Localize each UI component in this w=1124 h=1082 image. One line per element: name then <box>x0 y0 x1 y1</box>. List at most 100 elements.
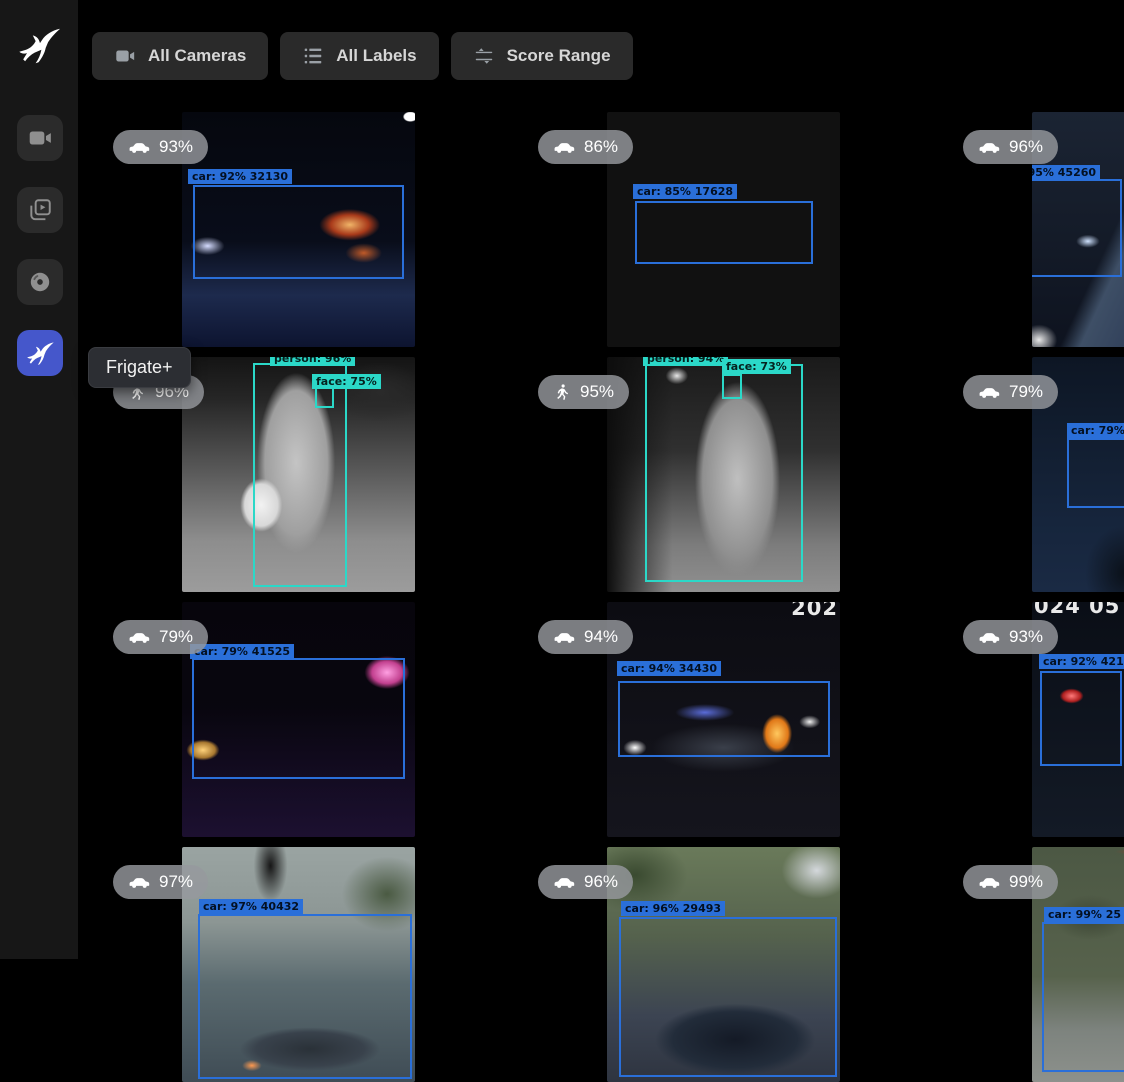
all-labels-label: All Labels <box>336 46 416 66</box>
car-icon <box>128 874 150 890</box>
score-badge-value: 97% <box>159 872 193 892</box>
snapshot-cell: 95% person: 94% face: 73% <box>521 357 926 592</box>
frigate-logo <box>16 22 62 68</box>
detection-label: car: 95% 45260 <box>1032 165 1100 180</box>
snapshot-cell: 96% car: 96% 29493 <box>521 847 926 1082</box>
score-badge: 93% <box>963 620 1058 654</box>
all-cameras-label: All Cameras <box>148 46 246 66</box>
snapshot-thumbnail[interactable]: 202 car: 94% 34430 <box>607 602 840 837</box>
all-labels-button[interactable]: All Labels <box>280 32 438 80</box>
sliders-icon <box>473 45 495 67</box>
car-icon <box>978 629 1000 645</box>
car-icon <box>978 874 1000 890</box>
sidebar-item-review[interactable] <box>17 187 63 233</box>
car-icon <box>553 629 575 645</box>
snapshot-thumbnail[interactable]: car: 96% 29493 <box>607 847 840 1082</box>
snapshot-cell: 79% car: 79% <box>946 357 1124 592</box>
score-badge: 95% <box>538 375 629 409</box>
all-cameras-button[interactable]: All Cameras <box>92 32 268 80</box>
score-range-label: Score Range <box>507 46 611 66</box>
car-icon <box>128 629 150 645</box>
face-box <box>722 374 742 399</box>
score-badge: 93% <box>113 130 208 164</box>
car-icon <box>978 384 1000 400</box>
snapshot-cell: 99% car: 99% 25 <box>946 847 1124 1082</box>
app-sidebar <box>0 0 78 959</box>
detection-label: car: 92% 42186 <box>1039 654 1124 669</box>
snapshot-cell: 86% car: 85% 17628 <box>521 112 926 347</box>
score-badge: 99% <box>963 865 1058 899</box>
score-badge-value: 93% <box>159 137 193 157</box>
car-icon <box>553 139 575 155</box>
snapshot-thumbnail[interactable]: car: 92% 32130 <box>182 112 415 347</box>
score-badge-value: 93% <box>1009 627 1043 647</box>
detection-label: car: 96% 29493 <box>621 901 725 916</box>
detection-label: person: 94% <box>643 357 728 366</box>
frigate-bird-icon <box>16 22 62 68</box>
snapshot-thumbnail[interactable]: car: 85% 17628 <box>607 112 840 347</box>
score-badge-value: 95% <box>580 382 614 402</box>
detection-box <box>619 917 837 1077</box>
snapshot-thumbnail[interactable]: person: 94% face: 73% <box>607 357 840 592</box>
detection-box <box>1040 671 1122 766</box>
camera-icon <box>114 45 136 67</box>
score-badge-value: 96% <box>1009 137 1043 157</box>
snapshot-thumbnail[interactable]: person: 96% face: 75% <box>182 357 415 592</box>
disc-icon <box>27 269 53 295</box>
detection-label: car: 92% 32130 <box>188 169 292 184</box>
score-badge: 96% <box>963 130 1058 164</box>
detection-box <box>193 185 404 279</box>
snapshot-thumbnail[interactable]: car: 79% 41525 <box>182 602 415 837</box>
detection-label: car: 99% 25 <box>1044 907 1124 922</box>
score-badge: 79% <box>963 375 1058 409</box>
detection-box <box>1042 922 1124 1072</box>
score-range-button[interactable]: Score Range <box>451 32 633 80</box>
score-badge-value: 79% <box>1009 382 1043 402</box>
detection-label: car: 79% <box>1067 423 1124 438</box>
detection-label: car: 85% 17628 <box>633 184 737 199</box>
playback-icon <box>27 197 53 223</box>
score-badge-value: 96% <box>584 872 618 892</box>
detection-label: car: 97% 40432 <box>199 899 303 914</box>
score-badge-value: 79% <box>159 627 193 647</box>
video-camera-icon <box>27 125 53 151</box>
frigate-plus-tooltip: Frigate+ <box>88 347 191 388</box>
face-label: face: 73% <box>722 359 791 374</box>
snapshot-cell: 93% 024 05 0 car: 92% 42186 <box>946 602 1124 837</box>
score-badge-value: 94% <box>584 627 618 647</box>
frigate-bird-icon <box>25 338 55 368</box>
score-badge-value: 86% <box>584 137 618 157</box>
detection-box <box>635 201 813 264</box>
snapshot-cell: 94% 202 car: 94% 34430 <box>521 602 926 837</box>
sidebar-item-frigate-plus[interactable] <box>17 330 63 376</box>
list-icon <box>302 45 324 67</box>
detection-label: car: 94% 34430 <box>617 661 721 676</box>
car-icon <box>128 139 150 155</box>
sidebar-item-export[interactable] <box>17 259 63 305</box>
snapshot-grid: 93% car: 92% 32130 86% car: 85% 17628 96… <box>96 112 1124 1082</box>
camera-timestamp: 202 <box>791 602 838 620</box>
car-icon <box>978 139 1000 155</box>
car-icon <box>553 874 575 890</box>
score-badge: 94% <box>538 620 633 654</box>
filter-toolbar: All Cameras All Labels Score Range <box>92 32 633 80</box>
snapshot-cell: 79% car: 79% 41525 <box>96 602 501 837</box>
detection-box <box>192 658 405 779</box>
snapshot-cell: 96% car: 95% 45260 <box>946 112 1124 347</box>
sidebar-item-cameras[interactable] <box>17 115 63 161</box>
snapshot-cell: 97% car: 97% 40432 <box>96 847 501 1082</box>
score-badge: 97% <box>113 865 208 899</box>
snapshot-thumbnail[interactable]: car: 97% 40432 <box>182 847 415 1082</box>
score-badge: 79% <box>113 620 208 654</box>
detection-box <box>1067 438 1124 508</box>
face-box <box>315 386 334 408</box>
detection-label: car: 79% 41525 <box>190 644 294 659</box>
face-label: face: 75% <box>312 374 381 389</box>
person-icon <box>553 383 571 401</box>
camera-timestamp: 024 05 0 <box>1034 602 1124 618</box>
detection-box <box>1032 179 1122 277</box>
detection-box <box>618 681 830 757</box>
detection-label: person: 96% <box>270 357 355 366</box>
detection-box <box>198 914 412 1079</box>
score-badge: 86% <box>538 130 633 164</box>
